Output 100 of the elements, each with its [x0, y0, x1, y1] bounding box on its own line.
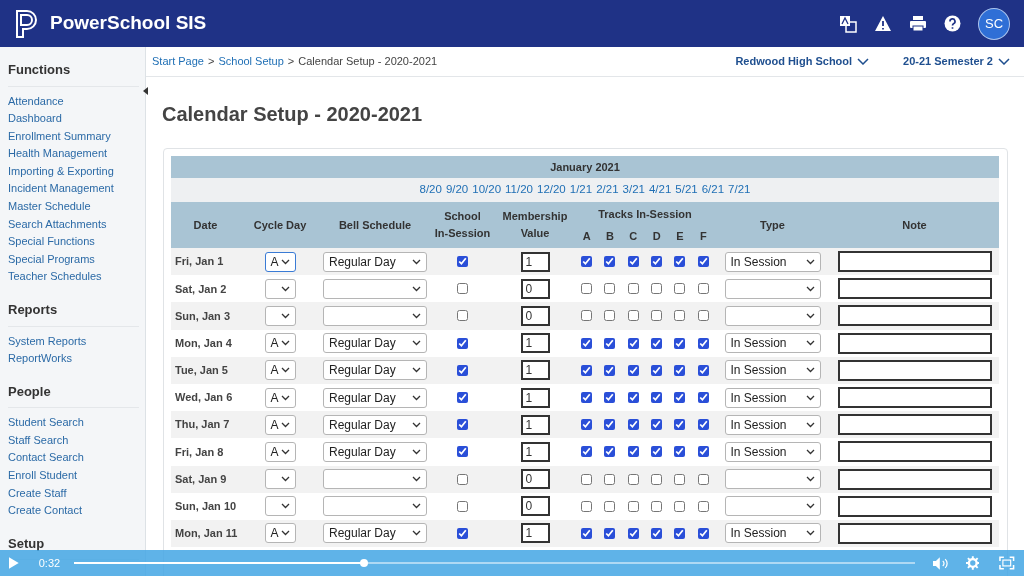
membership-field[interactable]: 1	[520, 387, 550, 408]
sidebar-link[interactable]: Health Management	[8, 145, 139, 163]
type-select[interactable]: In Session	[724, 414, 821, 435]
checkbox[interactable]	[581, 256, 593, 268]
bell-schedule-select[interactable]: Regular Day	[323, 360, 427, 381]
checkbox[interactable]	[674, 473, 686, 485]
checkbox[interactable]	[604, 256, 616, 268]
sidebar-link[interactable]: Staff Search	[8, 431, 139, 450]
checkbox[interactable]	[674, 500, 686, 512]
checkbox[interactable]	[674, 337, 686, 349]
checkbox[interactable]	[604, 473, 616, 485]
sidebar-link[interactable]: Create Contact	[8, 502, 139, 520]
sidebar-link[interactable]: Search Attachments	[8, 215, 139, 234]
note-field[interactable]	[837, 305, 992, 327]
checkbox[interactable]	[604, 419, 616, 431]
user-avatar[interactable]: SC	[978, 7, 1010, 40]
sidebar-link[interactable]: Contact Search	[8, 449, 139, 467]
checkbox[interactable]	[697, 419, 709, 431]
sidebar-link[interactable]: Importing & Exporting	[8, 162, 139, 181]
checkbox[interactable]	[627, 473, 639, 485]
checkbox[interactable]	[697, 310, 709, 322]
collapse-icon[interactable]	[143, 87, 148, 95]
checkbox[interactable]	[674, 283, 686, 295]
checkbox[interactable]	[697, 500, 709, 512]
cycle-day-select[interactable]: A	[264, 360, 296, 381]
checkbox[interactable]	[651, 446, 663, 458]
month-link[interactable]: 3/21	[622, 181, 645, 199]
note-field[interactable]	[837, 522, 992, 544]
month-link[interactable]: 8/20	[419, 181, 442, 199]
checkbox[interactable]	[651, 527, 663, 539]
note-field[interactable]	[837, 251, 992, 273]
checkbox[interactable]	[674, 364, 686, 376]
checkbox[interactable]	[604, 527, 616, 539]
progress-thumb[interactable]	[360, 559, 369, 567]
checkbox[interactable]	[581, 392, 593, 404]
checkbox[interactable]	[457, 392, 468, 404]
checkbox[interactable]	[457, 500, 468, 512]
checkbox[interactable]	[697, 337, 709, 349]
checkbox[interactable]	[581, 527, 593, 539]
checkbox[interactable]	[697, 527, 709, 539]
note-field[interactable]	[837, 468, 992, 490]
checkbox[interactable]	[651, 419, 663, 431]
membership-field[interactable]: 1	[520, 441, 550, 462]
membership-field[interactable]: 1	[520, 251, 550, 272]
cycle-day-select[interactable]: A	[264, 523, 296, 544]
note-field[interactable]	[837, 495, 992, 517]
cycle-day-select[interactable]: A	[264, 387, 296, 408]
bell-schedule-select[interactable]: Regular Day	[323, 251, 427, 272]
note-field[interactable]	[837, 359, 992, 381]
translate-icon[interactable]	[839, 14, 857, 33]
bell-schedule-select[interactable]: Regular Day	[323, 387, 427, 408]
checkbox[interactable]	[457, 310, 468, 322]
month-link[interactable]: 7/21	[728, 181, 751, 199]
month-link[interactable]: 12/20	[537, 181, 566, 199]
checkbox[interactable]	[581, 364, 593, 376]
sidebar-link[interactable]: Teacher Schedules	[8, 268, 139, 287]
note-field[interactable]	[837, 278, 992, 300]
type-select[interactable]: In Session	[724, 333, 821, 354]
sidebar-link[interactable]: Dashboard	[8, 110, 139, 128]
checkbox[interactable]	[457, 364, 468, 376]
sidebar-link[interactable]: Attendance	[8, 92, 139, 111]
checkbox[interactable]	[604, 364, 616, 376]
month-link[interactable]: 11/20	[505, 181, 533, 199]
checkbox[interactable]	[604, 500, 616, 512]
month-link[interactable]: 4/21	[648, 181, 672, 199]
checkbox[interactable]	[697, 392, 709, 404]
school-selector[interactable]: Redwood High School	[735, 53, 870, 70]
membership-field[interactable]: 0	[520, 496, 550, 517]
checkbox[interactable]	[457, 473, 468, 485]
bell-schedule-select[interactable]: Regular Day	[323, 523, 427, 544]
sidebar-link[interactable]: Student Search	[8, 414, 139, 432]
checkbox[interactable]	[604, 337, 616, 349]
cycle-day-select[interactable]: A	[264, 251, 296, 272]
membership-field[interactable]: 1	[520, 414, 550, 435]
checkbox[interactable]	[651, 500, 663, 512]
checkbox[interactable]	[604, 310, 616, 322]
cycle-day-select[interactable]: A	[264, 414, 296, 435]
checkbox[interactable]	[651, 364, 663, 376]
sidebar-link[interactable]: Master Schedule	[8, 198, 139, 216]
checkbox[interactable]	[651, 473, 663, 485]
checkbox[interactable]	[697, 446, 709, 458]
checkbox[interactable]	[651, 310, 663, 322]
checkbox[interactable]	[651, 283, 663, 295]
month-link[interactable]: 5/21	[675, 181, 698, 199]
membership-field[interactable]: 0	[520, 469, 550, 490]
checkbox[interactable]	[457, 256, 468, 268]
printer-icon[interactable]	[909, 15, 927, 32]
checkbox[interactable]	[697, 473, 709, 485]
membership-field[interactable]: 1	[520, 360, 550, 381]
checkbox[interactable]	[627, 256, 639, 268]
checkbox[interactable]	[581, 500, 593, 512]
help-icon[interactable]	[944, 15, 961, 32]
checkbox[interactable]	[674, 527, 686, 539]
checkbox[interactable]	[627, 419, 639, 431]
month-link[interactable]: 1/21	[569, 181, 593, 199]
checkbox[interactable]	[674, 256, 686, 268]
checkbox[interactable]	[627, 500, 639, 512]
checkbox[interactable]	[581, 283, 593, 295]
checkbox[interactable]	[581, 337, 593, 349]
checkbox[interactable]	[627, 310, 639, 322]
